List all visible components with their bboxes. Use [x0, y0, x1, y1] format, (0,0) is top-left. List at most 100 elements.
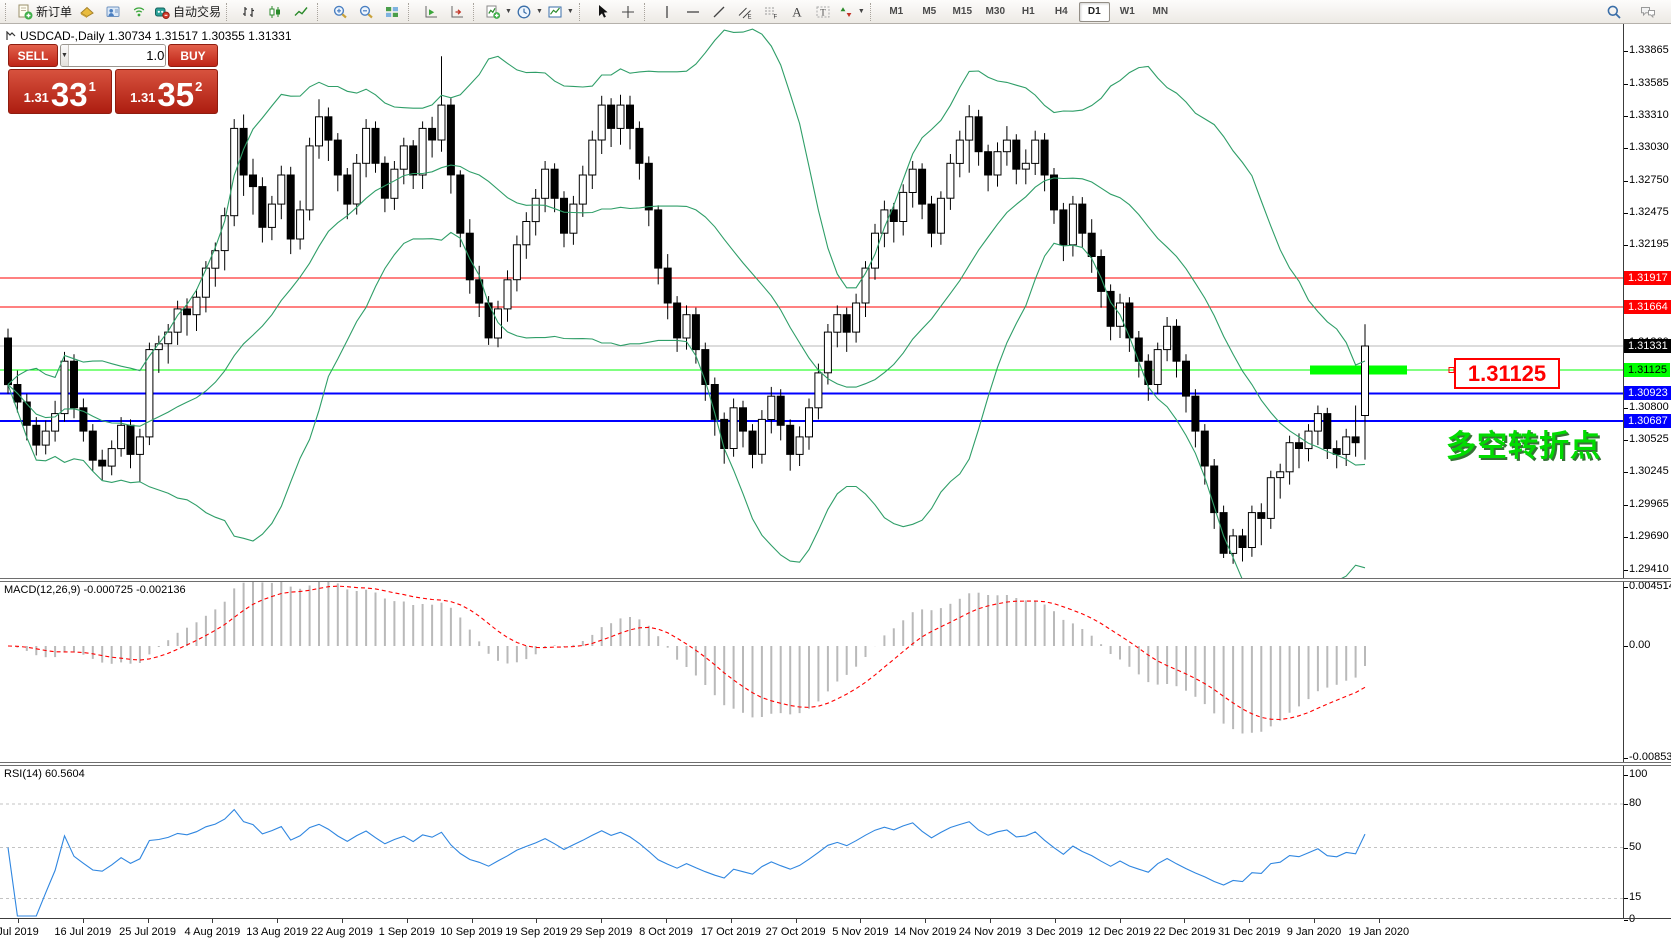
line-chart-icon [293, 4, 309, 20]
time-axis-label: 22 Aug 2019 [311, 926, 373, 938]
macd-pane-canvas[interactable] [0, 582, 1623, 762]
new-order-button[interactable]: 新订单 [15, 2, 74, 22]
axis-tick-mark [1624, 646, 1628, 647]
crosshair-button[interactable] [615, 2, 641, 22]
candle-chart-button[interactable] [262, 2, 288, 22]
time-axis-label: 22 Dec 2019 [1153, 926, 1215, 938]
auto-scroll-button[interactable] [418, 2, 444, 22]
zoom-out-button[interactable] [353, 2, 379, 22]
axis-tick-mark [1624, 51, 1628, 52]
toolbar-separator [408, 3, 414, 21]
chat-button[interactable] [1635, 2, 1661, 22]
fibonacci-icon: F [763, 4, 779, 20]
chart-shift-button[interactable] [444, 2, 470, 22]
axis-tick-mark [1624, 804, 1628, 805]
signals-icon [131, 4, 147, 20]
templates-button[interactable]: ▼ [545, 2, 576, 22]
axis-tick-mark [1624, 472, 1628, 473]
time-axis[interactable]: Jul 201916 Jul 201925 Jul 20194 Aug 2019… [0, 919, 1623, 946]
timeframe-h1-button[interactable]: H1 [1013, 2, 1044, 22]
candle-chart-icon [267, 4, 283, 20]
autotrading-icon [154, 4, 170, 20]
toolbar-separator [226, 3, 232, 21]
axis-tick-mark [1624, 245, 1628, 246]
text-button[interactable]: A [784, 2, 810, 22]
svg-text:T: T [820, 7, 826, 17]
time-axis-tick-mark [1120, 919, 1121, 923]
cursor-button[interactable] [589, 2, 615, 22]
arrows-button[interactable]: ▼ [836, 2, 867, 22]
fibonacci-button[interactable]: F [758, 2, 784, 22]
chevron-down-icon[interactable]: ▼ [567, 8, 574, 15]
timeframe-m30-button[interactable]: M30 [980, 2, 1011, 22]
channel-button[interactable]: E [732, 2, 758, 22]
tile-windows-button[interactable] [379, 2, 405, 22]
toolbar-separator [317, 3, 323, 21]
vertical-line-icon [659, 4, 675, 20]
time-axis-label: 24 Nov 2019 [959, 926, 1021, 938]
time-axis-tick-mark [536, 919, 537, 923]
time-axis-tick-mark [990, 919, 991, 923]
volume-input[interactable] [69, 45, 166, 66]
timeframe-m1-button[interactable]: M1 [881, 2, 912, 22]
chat-icon [1640, 4, 1656, 20]
indicators-button[interactable]: ▼ [483, 2, 514, 22]
toolbar-separator [473, 3, 479, 21]
periods-icon [516, 4, 532, 20]
pane-splitter-macd[interactable] [0, 578, 1671, 582]
mql5-community-button[interactable] [100, 2, 126, 22]
pane-splitter-rsi[interactable] [0, 762, 1671, 766]
price-level-tag[interactable]: 1.31125 [1454, 358, 1560, 389]
main-chart-canvas[interactable] [0, 24, 1623, 578]
cursor-icon [594, 4, 610, 20]
time-axis-label: 29 Sep 2019 [570, 926, 632, 938]
search-button[interactable] [1601, 2, 1627, 22]
rsi-pane-canvas[interactable] [0, 766, 1623, 918]
volume-decrease-button[interactable]: ▼ [61, 45, 69, 66]
timeframe-h4-button[interactable]: H4 [1046, 2, 1077, 22]
timeframe-d1-button[interactable]: D1 [1079, 2, 1110, 22]
time-axis-tick-mark [472, 919, 473, 923]
time-axis-label: Jul 2019 [0, 926, 39, 938]
horizontal-line-button[interactable] [680, 2, 706, 22]
periods-button[interactable]: ▼ [514, 2, 545, 22]
signals-button[interactable] [126, 2, 152, 22]
horizontal-line-icon [685, 4, 701, 20]
trendline-button[interactable] [706, 2, 732, 22]
timeframe-m15-button[interactable]: M15 [947, 2, 978, 22]
zoom-out-icon [358, 4, 374, 20]
bar-chart-button[interactable] [236, 2, 262, 22]
chevron-down-icon[interactable]: ▼ [505, 8, 512, 15]
price-axis-tick: 1.29410 [1629, 563, 1669, 576]
autotrading-button[interactable]: 自动交易 [152, 2, 223, 22]
tile-windows-icon [384, 4, 400, 20]
time-axis-tick-mark [666, 919, 667, 923]
indicators-icon [485, 4, 501, 20]
text-label-button[interactable]: T [810, 2, 836, 22]
market-depth-button[interactable] [74, 2, 100, 22]
chevron-down-icon[interactable]: ▼ [536, 8, 543, 15]
rsi-axis-tick: 100 [1629, 768, 1647, 781]
timeframe-m5-button[interactable]: M5 [914, 2, 945, 22]
price-axis[interactable]: 1.338651.335851.333101.330301.327501.324… [1623, 24, 1671, 918]
zoom-in-button[interactable] [327, 2, 353, 22]
axis-tick-mark [1624, 920, 1628, 921]
sell-button[interactable]: SELL [8, 44, 58, 67]
axis-tick-mark [1624, 148, 1628, 149]
line-chart-button[interactable] [288, 2, 314, 22]
vertical-line-button[interactable] [654, 2, 680, 22]
buy-price-box[interactable]: 1.31 35 2 [115, 69, 219, 114]
symbol-info-text: USDCAD-,Daily 1.30734 1.31517 1.30355 1.… [20, 29, 292, 43]
buy-button[interactable]: BUY [168, 44, 218, 67]
time-axis-label: 19 Sep 2019 [505, 926, 567, 938]
volume-stepper: ▼ ▲ [60, 44, 166, 67]
time-axis-label: 16 Jul 2019 [54, 926, 111, 938]
sell-price-box[interactable]: 1.31 33 1 [8, 69, 112, 114]
rsi-label: RSI(14) 60.5604 [4, 768, 85, 780]
turning-point-annotation[interactable]: 多空转折点 [1446, 421, 1601, 465]
timeframe-mn-button[interactable]: MN [1145, 2, 1176, 22]
rsi-axis-tick: 15 [1629, 891, 1641, 904]
chevron-down-icon[interactable]: ▼ [858, 8, 865, 15]
sell-button-label: SELL [18, 49, 49, 63]
timeframe-w1-button[interactable]: W1 [1112, 2, 1143, 22]
